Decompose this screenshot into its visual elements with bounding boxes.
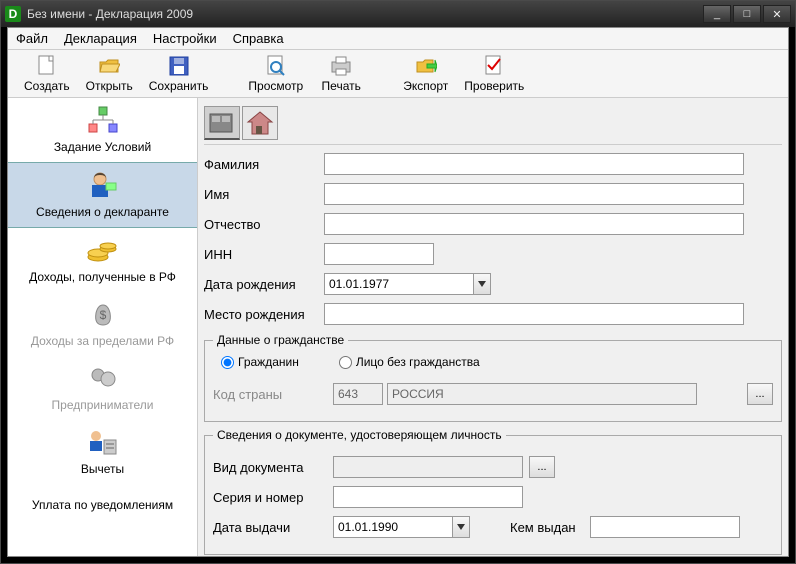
dob-dropdown-button[interactable]: [473, 273, 491, 295]
app-icon: D: [5, 6, 21, 22]
tree-icon: [86, 104, 120, 138]
issue-date-label: Дата выдачи: [213, 520, 333, 535]
check-button[interactable]: Проверить: [456, 53, 532, 95]
sidebar-item-income-foreign[interactable]: $ Доходы за пределами РФ: [8, 292, 197, 356]
inn-label: ИНН: [204, 247, 324, 262]
deductions-icon: [86, 426, 120, 460]
citizenship-legend: Данные о гражданстве: [213, 333, 348, 347]
sidebar-item-conditions[interactable]: Задание Условий: [8, 98, 197, 162]
print-button[interactable]: Печать: [311, 53, 371, 95]
create-button[interactable]: Создать: [16, 53, 78, 95]
menu-file[interactable]: Файл: [16, 31, 48, 46]
citizenship-fieldset: Данные о гражданстве Гражданин Лицо без …: [204, 333, 782, 422]
export-button[interactable]: Экспорт: [395, 53, 456, 95]
doc-type-browse-button[interactable]: ...: [529, 456, 555, 478]
doc-type-label: Вид документа: [213, 460, 333, 475]
birthplace-input[interactable]: [324, 303, 744, 325]
sidebar-item-deductions[interactable]: Вычеты: [8, 420, 197, 484]
close-button[interactable]: ✕: [763, 5, 791, 23]
new-file-icon: [36, 55, 58, 77]
titlebar: D Без имени - Декларация 2009 _ □ ✕: [1, 1, 795, 27]
series-input[interactable]: [333, 486, 523, 508]
cabinet-icon: [208, 110, 236, 136]
export-icon: [415, 55, 437, 77]
identity-fieldset: Сведения о документе, удостоверяющем лич…: [204, 428, 782, 555]
issued-by-input[interactable]: [590, 516, 740, 538]
issued-by-label: Кем выдан: [510, 520, 590, 535]
coins-icon: [86, 234, 120, 268]
maximize-button[interactable]: □: [733, 5, 761, 23]
tabbar: [204, 102, 782, 140]
patronymic-input[interactable]: [324, 213, 744, 235]
money-bag-icon: $: [88, 298, 118, 332]
window-title: Без имени - Декларация 2009: [27, 7, 703, 21]
citizen-radio[interactable]: Гражданин: [221, 355, 299, 369]
name-input[interactable]: [324, 183, 744, 205]
open-button[interactable]: Открыть: [78, 53, 141, 95]
toolbar: Создать Открыть Сохранить Просмотр Печат…: [8, 50, 788, 98]
surname-input[interactable]: [324, 153, 744, 175]
folder-open-icon: [98, 55, 120, 77]
issue-date-input[interactable]: [333, 516, 453, 538]
menu-settings[interactable]: Настройки: [153, 31, 217, 46]
birthplace-label: Место рождения: [204, 307, 324, 322]
menu-declaration[interactable]: Декларация: [64, 31, 137, 46]
series-label: Серия и номер: [213, 490, 333, 505]
person-card-icon: [86, 169, 120, 203]
save-button[interactable]: Сохранить: [141, 53, 217, 95]
preview-icon: [265, 55, 287, 77]
surname-label: Фамилия: [204, 157, 324, 172]
country-code-input: [333, 383, 383, 405]
main-panel: Фамилия Имя Отчество ИНН Дата рождения: [198, 98, 788, 556]
country-browse-button[interactable]: ...: [747, 383, 773, 405]
sidebar-item-entrepreneurs[interactable]: Предприниматели: [8, 356, 197, 420]
svg-text:$: $: [99, 308, 106, 322]
menu-help[interactable]: Справка: [233, 31, 284, 46]
inn-input[interactable]: [324, 243, 434, 265]
doc-type-input: [333, 456, 523, 478]
check-icon: [483, 55, 505, 77]
sidebar: Задание Условий Сведения о декларанте До…: [8, 98, 198, 556]
business-icon: [88, 362, 118, 396]
chevron-down-icon: [457, 524, 465, 530]
tab-address[interactable]: [242, 106, 278, 140]
sidebar-item-declarant[interactable]: Сведения о декларанте: [8, 162, 197, 228]
stateless-radio[interactable]: Лицо без гражданства: [339, 355, 480, 369]
country-name-input: [387, 383, 697, 405]
save-icon: [168, 55, 190, 77]
identity-legend: Сведения о документе, удостоверяющем лич…: [213, 428, 506, 442]
menubar: Файл Декларация Настройки Справка: [8, 28, 788, 50]
sidebar-item-notifications[interactable]: Уплата по уведомлениям: [8, 484, 197, 520]
dob-input[interactable]: [324, 273, 474, 295]
dob-label: Дата рождения: [204, 277, 324, 292]
minimize-button[interactable]: _: [703, 5, 731, 23]
preview-button[interactable]: Просмотр: [240, 53, 311, 95]
patronymic-label: Отчество: [204, 217, 324, 232]
app-window: D Без имени - Декларация 2009 _ □ ✕ Файл…: [0, 0, 796, 564]
country-code-label: Код страны: [213, 387, 333, 402]
tab-personal[interactable]: [204, 106, 240, 140]
issue-date-dropdown-button[interactable]: [452, 516, 470, 538]
printer-icon: [330, 55, 352, 77]
sidebar-item-income-rf[interactable]: Доходы, полученные в РФ: [8, 228, 197, 292]
name-label: Имя: [204, 187, 324, 202]
house-icon: [246, 110, 274, 136]
chevron-down-icon: [478, 281, 486, 287]
